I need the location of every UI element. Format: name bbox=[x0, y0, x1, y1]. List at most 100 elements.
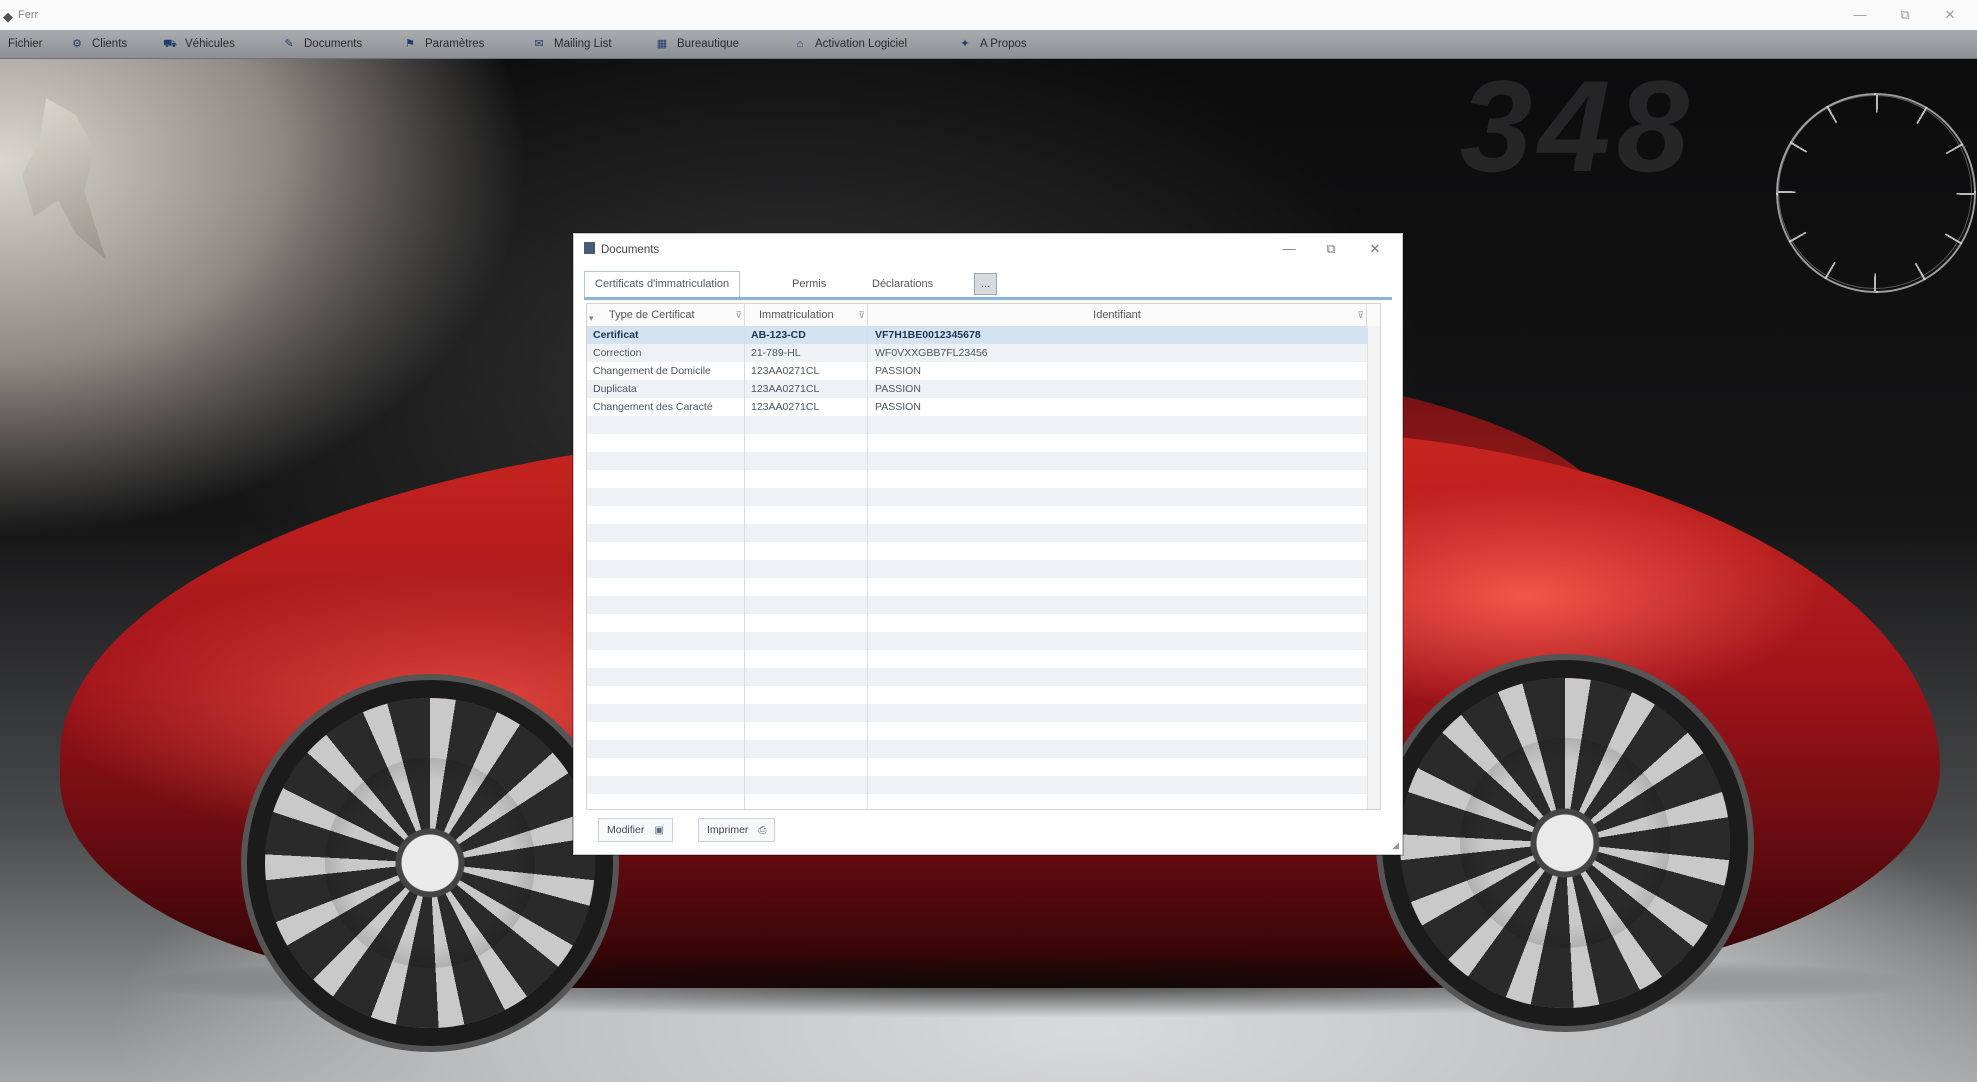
table-cell-type bbox=[593, 776, 743, 794]
table-row[interactable] bbox=[587, 506, 1367, 524]
table-cell-immat bbox=[751, 794, 865, 809]
table-cell-ident bbox=[875, 416, 1355, 434]
table-row[interactable] bbox=[587, 452, 1367, 470]
table-row[interactable] bbox=[587, 740, 1367, 758]
table-row[interactable] bbox=[587, 560, 1367, 578]
menu-label: Bureautique bbox=[677, 38, 740, 50]
tab-declarations[interactable]: Déclarations bbox=[862, 273, 943, 295]
table-cell-immat bbox=[751, 632, 865, 650]
table-cell-immat: 21-789-HL bbox=[751, 347, 801, 359]
table-row[interactable] bbox=[587, 632, 1367, 650]
table-cell-ident bbox=[875, 614, 1355, 632]
dialog-minimize-button[interactable]: — bbox=[1272, 236, 1306, 262]
table-cell-ident bbox=[875, 704, 1355, 722]
edit-icon: ▣ bbox=[654, 825, 664, 836]
tab-more-button[interactable]: ... bbox=[974, 273, 998, 295]
table-cell-immat bbox=[751, 542, 865, 560]
table-cell-type bbox=[593, 650, 743, 668]
menu-label: Activation Logiciel bbox=[815, 38, 908, 50]
table-cell-immat: AB-123-CD bbox=[751, 329, 806, 341]
table-row[interactable]: Correction 21-789-HL WF0VXXGBB7FL23456 bbox=[587, 344, 1367, 362]
column-header-type[interactable]: ▾ Type de Certificat ⊽ bbox=[587, 304, 745, 326]
table-cell-type: Correction bbox=[593, 347, 642, 359]
table-cell-type bbox=[593, 758, 743, 776]
table-cell-type bbox=[593, 722, 743, 740]
table-cell-type: Certificat bbox=[593, 329, 639, 341]
column-header-identifiant[interactable]: Identifiant ⊽ bbox=[868, 304, 1367, 326]
table-row[interactable] bbox=[587, 434, 1367, 452]
table-cell-ident bbox=[875, 776, 1355, 794]
table-row[interactable] bbox=[587, 416, 1367, 434]
table-row[interactable] bbox=[587, 596, 1367, 614]
column-header-immatriculation[interactable]: Immatriculation ⊽ bbox=[745, 304, 868, 326]
menu-fichier[interactable]: Fichier bbox=[8, 34, 43, 54]
table-row[interactable] bbox=[587, 758, 1367, 776]
table-row[interactable]: Certificat AB-123-CD VF7H1BE0012345678 bbox=[587, 326, 1367, 344]
menu-mailing-list[interactable]: ✉ Mailing List bbox=[532, 34, 611, 54]
table-row[interactable] bbox=[587, 722, 1367, 740]
print-button[interactable]: Imprimer ⎙ bbox=[698, 818, 776, 842]
column-divider bbox=[744, 326, 745, 809]
table-row[interactable] bbox=[587, 614, 1367, 632]
activation-icon: ⌂ bbox=[796, 38, 804, 50]
settings-icon: ⚑ bbox=[405, 38, 415, 50]
table-cell-immat bbox=[751, 614, 865, 632]
dialog-close-button[interactable]: ✕ bbox=[1358, 236, 1392, 262]
table-cell-immat bbox=[751, 596, 865, 614]
minimize-button[interactable]: — bbox=[1840, 4, 1880, 26]
table-cell-ident bbox=[875, 524, 1355, 542]
table-cell-immat bbox=[751, 704, 865, 722]
grid-vertical-scrollbar[interactable] bbox=[1367, 326, 1380, 809]
table-row[interactable] bbox=[587, 794, 1367, 809]
table-row[interactable] bbox=[587, 524, 1367, 542]
table-cell-immat bbox=[751, 650, 865, 668]
table-cell-immat bbox=[751, 416, 865, 434]
table-cell-type bbox=[593, 506, 743, 524]
table-cell-type bbox=[593, 524, 743, 542]
documents-icon: ✎ bbox=[284, 38, 294, 50]
prancing-horse-emblem-icon bbox=[22, 98, 106, 260]
table-cell-type: Changement des Caracté bbox=[593, 401, 713, 413]
menu-label: Documents bbox=[304, 38, 363, 50]
menu-documents[interactable]: ✎ Documents bbox=[282, 34, 362, 54]
table-cell-immat bbox=[751, 776, 865, 794]
maximize-button[interactable]: ⧉ bbox=[1885, 4, 1925, 26]
table-row[interactable] bbox=[587, 470, 1367, 488]
table-cell-immat: 123AA0271CL bbox=[751, 383, 820, 395]
filter-icon: ⊽ bbox=[735, 310, 742, 320]
table-cell-ident bbox=[875, 650, 1355, 668]
tab-certificats[interactable]: Certificats d'immatriculation bbox=[584, 271, 741, 297]
table-cell-immat bbox=[751, 686, 865, 704]
table-row[interactable] bbox=[587, 668, 1367, 686]
menu-parametres[interactable]: ⚑ Paramètres bbox=[403, 34, 484, 54]
table-row[interactable] bbox=[587, 704, 1367, 722]
modify-button[interactable]: Modifier ▣ bbox=[598, 818, 673, 842]
table-row[interactable] bbox=[587, 686, 1367, 704]
dialog-maximize-button[interactable]: ⧉ bbox=[1314, 236, 1348, 262]
table-row[interactable]: Changement des Caracté 123AA0271CL PASSION bbox=[587, 398, 1367, 416]
menu-a-propos[interactable]: ✦ A Propos bbox=[958, 34, 1026, 54]
table-cell-type: Duplicata bbox=[593, 383, 637, 395]
table-row[interactable] bbox=[587, 542, 1367, 560]
table-cell-ident: VF7H1BE0012345678 bbox=[875, 329, 981, 341]
table-row[interactable] bbox=[587, 488, 1367, 506]
about-icon: ✦ bbox=[960, 38, 970, 50]
table-row[interactable]: Duplicata 123AA0271CL PASSION bbox=[587, 380, 1367, 398]
table-cell-ident bbox=[875, 542, 1355, 560]
menu-clients[interactable]: ⚙ Clients bbox=[70, 34, 127, 54]
table-row[interactable] bbox=[587, 578, 1367, 596]
front-wheel bbox=[265, 698, 595, 1028]
table-row[interactable] bbox=[587, 650, 1367, 668]
table-row[interactable] bbox=[587, 776, 1367, 794]
table-cell-ident: PASSION bbox=[875, 365, 921, 377]
resize-grip-icon[interactable]: ◢ bbox=[1392, 840, 1399, 851]
table-cell-type bbox=[593, 542, 743, 560]
close-button[interactable]: ✕ bbox=[1930, 4, 1970, 26]
menu-vehicules[interactable]: ⛟ Véhicules bbox=[163, 34, 235, 54]
table-cell-immat: 123AA0271CL bbox=[751, 365, 820, 377]
tab-permis[interactable]: Permis bbox=[782, 273, 836, 295]
menu-activation-logiciel[interactable]: ⌂ Activation Logiciel bbox=[793, 34, 907, 54]
table-cell-type bbox=[593, 794, 743, 809]
table-row[interactable]: Changement de Domicile 123AA0271CL PASSION bbox=[587, 362, 1367, 380]
menu-bureautique[interactable]: ▦ Bureautique bbox=[655, 34, 739, 54]
